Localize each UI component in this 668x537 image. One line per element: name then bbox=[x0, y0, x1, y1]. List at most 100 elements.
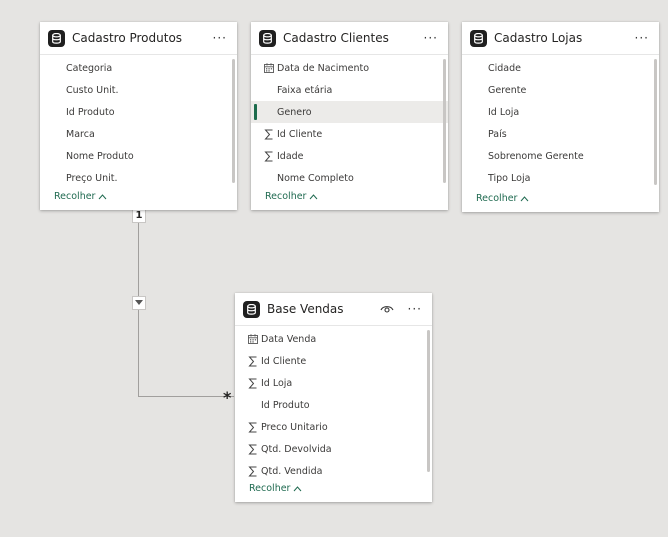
field-label: Preço Unit. bbox=[66, 172, 118, 184]
card-title: Base Vendas bbox=[267, 302, 344, 316]
more-options-icon[interactable]: ··· bbox=[633, 32, 651, 44]
card-header[interactable]: Cadastro Lojas ··· bbox=[462, 22, 659, 55]
field-item[interactable]: Id Produto bbox=[40, 101, 237, 123]
field-item[interactable]: Id Cliente bbox=[235, 350, 432, 372]
field-label: Id Loja bbox=[261, 377, 293, 389]
field-label: Custo Unit. bbox=[66, 84, 119, 96]
sigma-icon bbox=[261, 129, 277, 140]
field-item[interactable]: Custo Unit. bbox=[40, 79, 237, 101]
chevron-up-icon bbox=[294, 485, 302, 491]
field-item[interactable]: Nome Produto bbox=[40, 145, 237, 167]
chevron-up-icon bbox=[521, 195, 529, 201]
field-label: Id Loja bbox=[488, 106, 520, 118]
field-label: Id Produto bbox=[261, 399, 310, 411]
field-label: Nome Completo bbox=[277, 172, 354, 184]
scrollbar[interactable] bbox=[427, 330, 430, 472]
collapse-button[interactable]: Recolher bbox=[249, 483, 302, 494]
collapse-label: Recolher bbox=[54, 191, 96, 202]
field-item[interactable]: Cidade bbox=[462, 57, 659, 79]
card-header[interactable]: Base Vendas ··· bbox=[235, 293, 432, 326]
table-card-cadastro-clientes[interactable]: Cadastro Clientes ··· Data de Nacimento F… bbox=[251, 22, 448, 210]
field-list[interactable]: Data Venda Id Cliente Id Loja Id Produto Pre… bbox=[235, 326, 432, 478]
field-item[interactable]: Qtd. Vendida bbox=[235, 460, 432, 478]
sigma-icon bbox=[245, 422, 261, 433]
field-item[interactable]: Data de Nacimento bbox=[251, 57, 448, 79]
database-icon bbox=[243, 300, 260, 318]
field-list[interactable]: Cidade Gerente Id Loja País Sobrenome Gerent… bbox=[462, 55, 659, 191]
field-label: Preco Unitario bbox=[261, 421, 328, 433]
field-item[interactable]: Preco Unitario bbox=[235, 416, 432, 438]
card-title: Cadastro Produtos bbox=[72, 31, 183, 45]
card-title: Cadastro Lojas bbox=[494, 31, 583, 45]
collapse-button[interactable]: Recolher bbox=[265, 191, 318, 202]
card-header[interactable]: Cadastro Clientes ··· bbox=[251, 22, 448, 55]
sigma-icon bbox=[245, 466, 261, 477]
collapse-button[interactable]: Recolher bbox=[54, 191, 107, 202]
scrollbar[interactable] bbox=[443, 59, 446, 183]
chevron-up-icon bbox=[310, 193, 318, 199]
field-label: Gerente bbox=[488, 84, 527, 96]
field-item[interactable]: Faixa etária bbox=[251, 79, 448, 101]
table-card-cadastro-lojas[interactable]: Cadastro Lojas ··· Cidade Gerente Id Loja P… bbox=[462, 22, 659, 212]
field-item[interactable]: Genero bbox=[251, 101, 448, 123]
collapse-label: Recolher bbox=[476, 193, 518, 204]
relationship-one-marker[interactable]: 1 bbox=[132, 209, 146, 223]
collapse-button[interactable]: Recolher bbox=[476, 193, 529, 204]
field-label: Categoria bbox=[66, 62, 113, 74]
field-label: Cidade bbox=[488, 62, 521, 74]
sigma-icon bbox=[245, 378, 261, 389]
field-label: Faixa etária bbox=[277, 84, 333, 96]
calendar-icon bbox=[261, 63, 277, 73]
field-label: Data de Nacimento bbox=[277, 62, 370, 74]
field-item[interactable]: Id Loja bbox=[462, 101, 659, 123]
field-item[interactable]: Id Loja bbox=[235, 372, 432, 394]
scrollbar[interactable] bbox=[654, 59, 657, 185]
more-options-icon[interactable]: ··· bbox=[406, 303, 424, 315]
field-label: Id Produto bbox=[66, 106, 115, 118]
relationship-direction-icon[interactable] bbox=[132, 296, 146, 310]
more-options-icon[interactable]: ··· bbox=[422, 32, 440, 44]
field-label: Id Cliente bbox=[277, 128, 323, 140]
field-label: Data Venda bbox=[261, 333, 317, 345]
field-item[interactable]: Idade bbox=[251, 145, 448, 167]
field-item[interactable]: Nome Completo bbox=[251, 167, 448, 185]
field-item[interactable]: Sobrenome Gerente bbox=[462, 145, 659, 167]
scrollbar[interactable] bbox=[232, 59, 235, 183]
database-icon bbox=[470, 29, 487, 47]
collapse-label: Recolher bbox=[265, 191, 307, 202]
field-list[interactable]: Data de Nacimento Faixa etária Genero Id Cl… bbox=[251, 55, 448, 185]
field-item[interactable]: Id Cliente bbox=[251, 123, 448, 145]
chevron-up-icon bbox=[99, 193, 107, 199]
field-item[interactable]: Qtd. Devolvida bbox=[235, 438, 432, 460]
collapse-label: Recolher bbox=[249, 483, 291, 494]
sigma-icon bbox=[261, 151, 277, 162]
field-item[interactable]: Gerente bbox=[462, 79, 659, 101]
field-label: País bbox=[488, 128, 507, 140]
card-title: Cadastro Clientes bbox=[283, 31, 389, 45]
field-label: Nome Produto bbox=[66, 150, 134, 162]
field-label: Qtd. Devolvida bbox=[261, 443, 332, 455]
database-icon bbox=[48, 29, 65, 47]
eye-icon[interactable] bbox=[380, 304, 394, 314]
field-item[interactable]: Data Venda bbox=[235, 328, 432, 350]
table-card-cadastro-produtos[interactable]: Cadastro Produtos ··· Categoria Custo Uni… bbox=[40, 22, 237, 210]
sigma-icon bbox=[245, 444, 261, 455]
table-card-base-vendas[interactable]: Base Vendas ··· Data Venda Id Cliente Id L… bbox=[235, 293, 432, 502]
more-options-icon[interactable]: ··· bbox=[211, 32, 229, 44]
field-item[interactable]: País bbox=[462, 123, 659, 145]
field-label: Tipo Loja bbox=[488, 172, 531, 184]
field-list[interactable]: Categoria Custo Unit. Id Produto Marca Nome … bbox=[40, 55, 237, 185]
field-label: Id Cliente bbox=[261, 355, 307, 367]
relationship-many-marker[interactable]: * bbox=[223, 390, 231, 406]
field-item[interactable]: Categoria bbox=[40, 57, 237, 79]
field-item[interactable]: Preço Unit. bbox=[40, 167, 237, 185]
field-item[interactable]: Marca bbox=[40, 123, 237, 145]
database-icon bbox=[259, 29, 276, 47]
calendar-icon bbox=[245, 334, 261, 344]
field-item[interactable]: Id Produto bbox=[235, 394, 432, 416]
card-header[interactable]: Cadastro Produtos ··· bbox=[40, 22, 237, 55]
field-label: Sobrenome Gerente bbox=[488, 150, 584, 162]
field-item[interactable]: Tipo Loja bbox=[462, 167, 659, 189]
sigma-icon bbox=[245, 356, 261, 367]
field-label: Genero bbox=[277, 106, 312, 118]
